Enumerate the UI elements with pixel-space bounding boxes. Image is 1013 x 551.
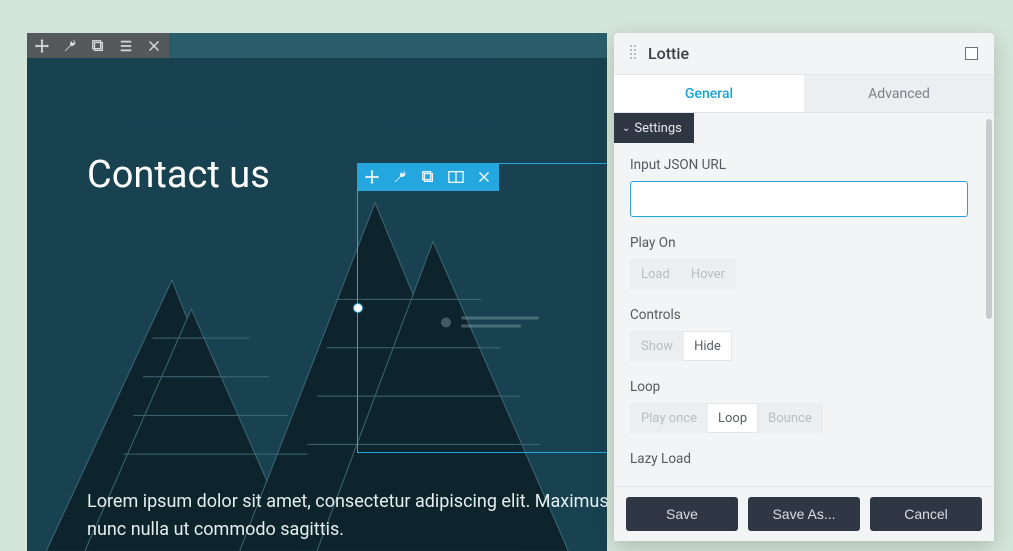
tab-advanced[interactable]: Advanced (804, 75, 994, 112)
tab-general[interactable]: General (614, 75, 804, 112)
columns-icon[interactable] (447, 168, 465, 186)
page-body-text: Lorem ipsum dolor sit amet, consectetur … (87, 488, 607, 544)
loop-once[interactable]: Play once (630, 403, 708, 433)
copy-icon[interactable] (419, 168, 437, 186)
canvas-content: Contact us Lorem ipsum dolor sit amet, c… (27, 58, 607, 551)
section-label: Settings (634, 121, 681, 136)
play-on-load[interactable]: Load (630, 259, 681, 289)
wrench-icon[interactable] (61, 37, 79, 55)
drag-handle-icon[interactable] (630, 45, 638, 63)
save-as-button[interactable]: Save As... (748, 497, 860, 531)
block-placeholder (441, 317, 539, 328)
play-on-label: Play On (630, 235, 968, 251)
section-settings[interactable]: ⌄ Settings (614, 113, 694, 143)
editor-canvas: Contact us Lorem ipsum dolor sit amet, c… (27, 33, 607, 551)
block-toolbar (357, 163, 499, 191)
loop-loop[interactable]: Loop (708, 403, 758, 433)
move-icon[interactable] (363, 168, 381, 186)
cancel-button[interactable]: Cancel (870, 497, 982, 531)
loop-group: Play once Loop Bounce (630, 403, 968, 433)
panel-tabs: General Advanced (614, 75, 994, 113)
panel-header: Lottie (614, 33, 994, 75)
controls-show[interactable]: Show (630, 331, 684, 361)
page-title: Contact us (87, 153, 270, 197)
loop-label: Loop (630, 379, 968, 395)
controls-group: Show Hide (630, 331, 968, 361)
loop-bounce[interactable]: Bounce (758, 403, 823, 433)
canvas-toolbar (27, 33, 169, 58)
play-on-hover[interactable]: Hover (681, 259, 736, 289)
save-button[interactable]: Save (626, 497, 738, 531)
selected-block[interactable] (357, 163, 607, 453)
chevron-down-icon: ⌄ (622, 123, 630, 134)
close-icon[interactable] (475, 168, 493, 186)
resize-handle-left[interactable] (353, 303, 363, 313)
json-url-input[interactable] (630, 181, 968, 217)
list-icon[interactable] (117, 37, 135, 55)
controls-hide[interactable]: Hide (684, 331, 732, 361)
copy-icon[interactable] (89, 37, 107, 55)
panel-title: Lottie (648, 44, 965, 63)
move-icon[interactable] (33, 37, 51, 55)
lazy-load-label: Lazy Load (630, 451, 968, 467)
close-icon[interactable] (145, 37, 163, 55)
json-url-label: Input JSON URL (630, 157, 968, 173)
play-on-group: Load Hover (630, 259, 968, 289)
scrollbar-thumb[interactable] (986, 119, 992, 319)
controls-label: Controls (630, 307, 968, 323)
panel-content: ⌄ Settings Input JSON URL Play On Load H… (614, 113, 984, 486)
panel-footer: Save Save As... Cancel (614, 486, 994, 541)
maximize-icon[interactable] (965, 47, 978, 60)
wrench-icon[interactable] (391, 168, 409, 186)
properties-panel: Lottie General Advanced ⌄ Settings Input… (614, 33, 994, 541)
